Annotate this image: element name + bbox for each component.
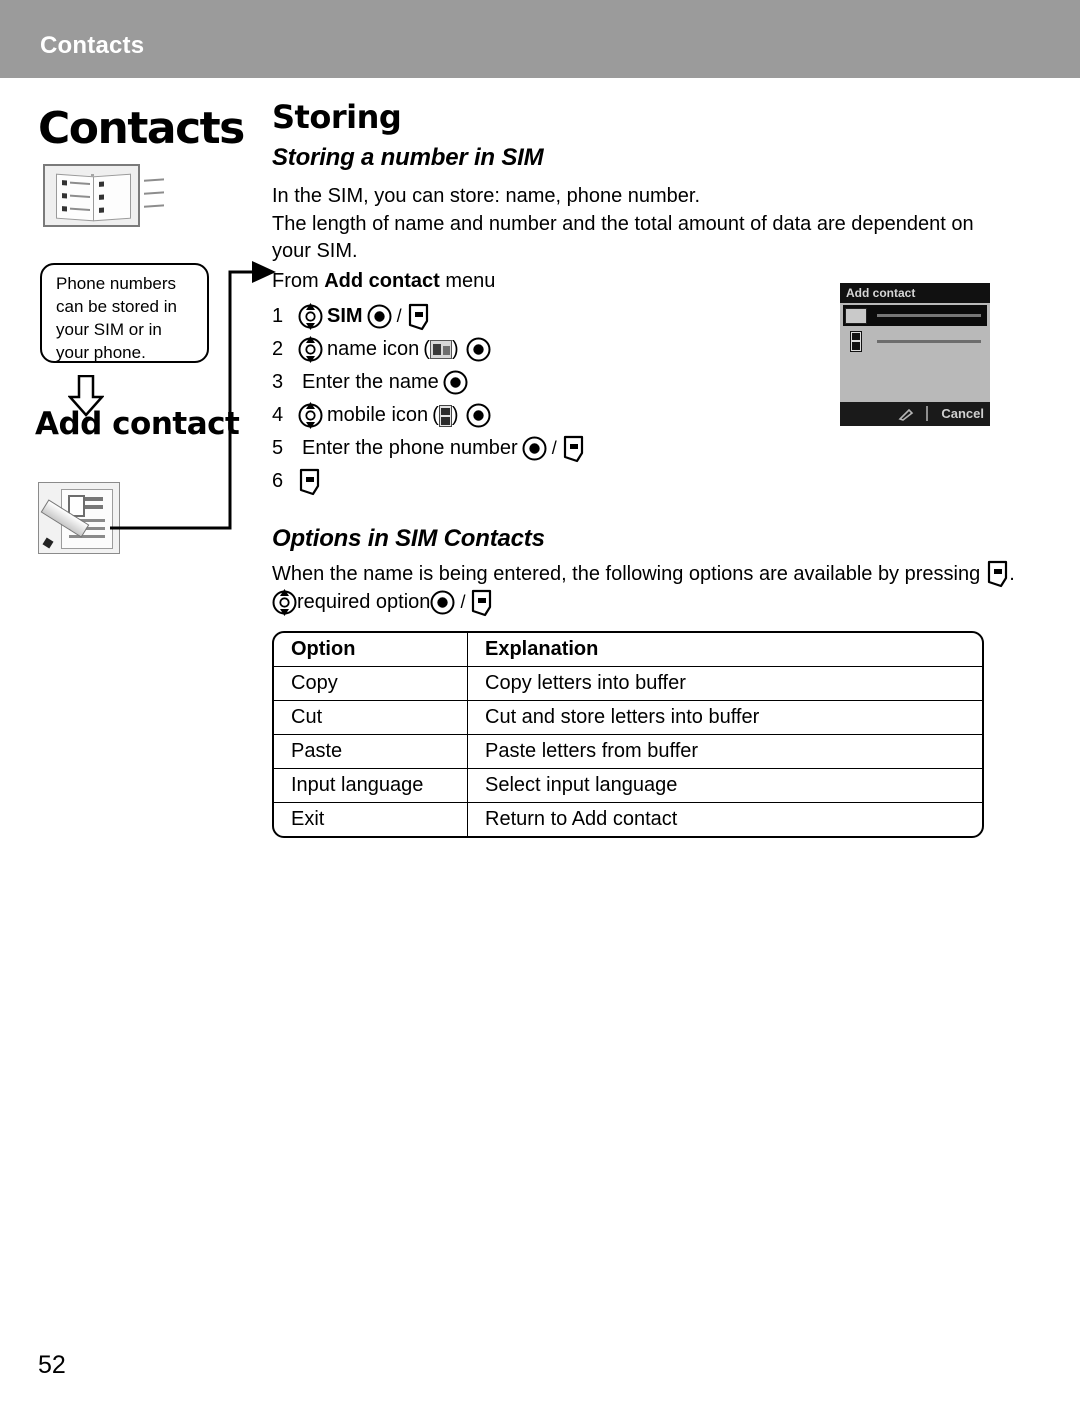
select-key-icon [430, 590, 455, 615]
key-separator: / [396, 306, 402, 326]
options-intro-line: When the name is being entered, the foll… [272, 560, 1015, 588]
address-book-icon [43, 164, 164, 227]
navigation-key-icon [298, 401, 323, 430]
from-suffix: menu [439, 270, 496, 292]
column-header-option: Option [274, 633, 468, 667]
paren-open: ( [432, 404, 439, 426]
cell-option: Input language [274, 768, 468, 803]
options-section-title: Options in SIM Contacts [272, 525, 545, 552]
running-header-bar: Contacts [0, 0, 1080, 78]
cell-explanation: Select input language [467, 768, 982, 803]
step-number: 6 [272, 470, 284, 492]
soft-key-icon [986, 560, 1009, 588]
key-separator: / [551, 438, 557, 458]
cell-option: Paste [274, 734, 468, 769]
step-label: SIM [327, 305, 363, 327]
select-key-icon [466, 403, 491, 428]
step-list: 1 SIM / 2 name icon () 3 Enter the name… [272, 300, 772, 498]
soft-key-icon [407, 303, 430, 331]
step-number: 3 [272, 371, 284, 393]
step-label: Enter the phone number [302, 437, 518, 459]
step-item-3: 3 Enter the name [272, 366, 772, 399]
cell-explanation: Cut and store letters into buffer [467, 700, 982, 735]
step-label: name icon [327, 338, 420, 360]
add-contact-label: Add contact [35, 406, 240, 442]
table-row: Cut Cut and store letters into buffer [274, 700, 982, 735]
chapter-title: Contacts [38, 103, 245, 154]
navigation-key-icon [298, 302, 323, 331]
callout-text: Phone numbers can be stored in your SIM … [56, 274, 177, 362]
mobile-number-icon [438, 404, 452, 427]
chapter-sidebar: Contacts Phone numbers can be stored in … [0, 78, 276, 1278]
paren-open: ( [423, 338, 430, 360]
step-number: 2 [272, 338, 284, 360]
step-item-6: 6 [272, 465, 772, 498]
cell-explanation: Copy letters into buffer [467, 666, 982, 701]
select-key-icon [466, 337, 491, 362]
cell-option: Cut [274, 700, 468, 735]
select-key-icon [443, 370, 468, 395]
soft-key-icon [470, 589, 493, 617]
select-key-icon [522, 436, 547, 461]
softkey-divider [926, 406, 928, 421]
phone-screen-mobile-row [843, 331, 987, 352]
running-header-title: Contacts [40, 32, 145, 59]
from-menu-name: Add contact [324, 270, 440, 292]
step-item-1: 1 SIM / [272, 300, 772, 333]
table-row: Exit Return to Add contact [274, 802, 982, 836]
pencil-icon [898, 408, 914, 421]
options-intro-period: . [1009, 562, 1015, 585]
callout-box: Phone numbers can be stored in your SIM … [40, 263, 209, 363]
select-key-icon [367, 304, 392, 329]
key-separator: / [460, 592, 466, 612]
options-select-line: required option / [272, 588, 493, 617]
step-label: mobile icon [327, 404, 429, 426]
cell-explanation: Paste letters from buffer [467, 734, 982, 769]
navigation-key-icon [272, 588, 297, 617]
step-number: 4 [272, 404, 284, 426]
options-select-label: required option [297, 591, 431, 613]
add-contact-icon [38, 482, 120, 554]
phone-screenshot-add-contact: Add contact Cancel [840, 283, 990, 426]
soft-key-icon [298, 468, 321, 496]
phone-screen-cancel-label: Cancel [941, 406, 984, 421]
page-number: 52 [38, 1351, 66, 1379]
step-item-2: 2 name icon ( ) [272, 333, 772, 366]
soft-key-icon [562, 435, 585, 463]
step-number: 1 [272, 305, 284, 327]
cell-explanation: Return to Add contact [467, 802, 982, 836]
options-intro-text: When the name is being entered, the foll… [272, 562, 981, 585]
from-prefix: From [272, 270, 325, 292]
paren-close: ) [451, 338, 459, 360]
from-menu-line: From Add contact menu [272, 270, 495, 293]
section-title: Storing [272, 98, 402, 136]
subsection-title: Storing a number in SIM [272, 144, 544, 171]
phone-screen-softkey-bar: Cancel [840, 402, 990, 426]
mobile-number-icon [850, 331, 862, 352]
navigation-key-icon [298, 335, 323, 364]
cell-option: Exit [274, 802, 468, 836]
paren-close: ) [451, 404, 459, 426]
options-table: Option Explanation Copy Copy letters int… [272, 631, 984, 838]
step-item-5: 5 Enter the phone number / [272, 432, 772, 465]
table-row: Paste Paste letters from buffer [274, 734, 982, 769]
table-header-row: Option Explanation [274, 633, 982, 667]
step-label: Enter the name [302, 371, 439, 393]
name-field-icon [429, 340, 452, 359]
step-item-4: 4 mobile icon ( ) [272, 399, 772, 432]
name-field-icon [845, 308, 867, 324]
column-header-explanation: Explanation [467, 633, 982, 667]
phone-screen-title: Add contact [840, 283, 990, 303]
paragraph-sim-store: In the SIM, you can store: name, phone n… [272, 185, 701, 207]
table-row: Input language Select input language [274, 768, 982, 803]
paragraph-sim-length: The length of name and number and the to… [272, 213, 974, 262]
table-row: Copy Copy letters into buffer [274, 666, 982, 701]
cell-option: Copy [274, 666, 468, 701]
step-number: 5 [272, 437, 284, 459]
